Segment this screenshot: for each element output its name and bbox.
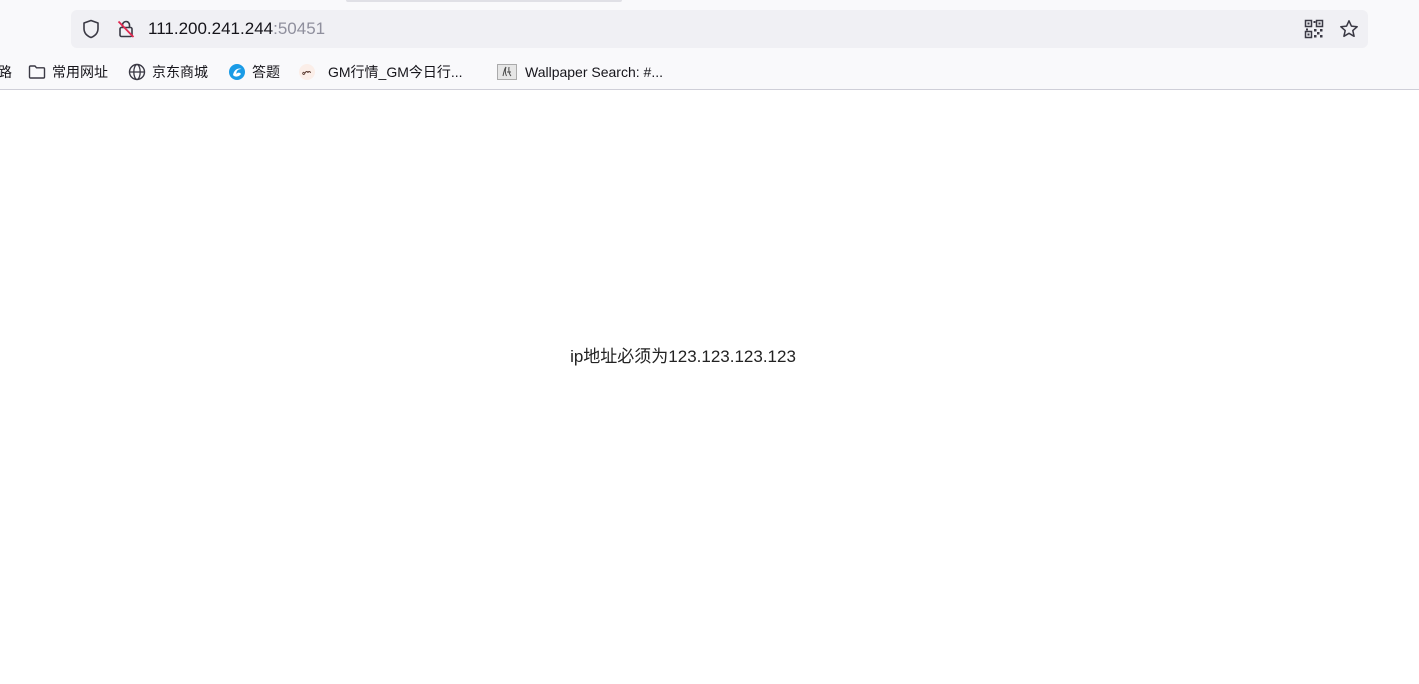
- insecure-lock-icon[interactable]: [115, 18, 137, 40]
- site-favicon: [228, 63, 246, 81]
- bookmarks-toolbar: 路 常用网址 京东商城 答题 GM行情_GM今日行... Wallpaper S…: [0, 60, 1419, 84]
- bookmark-label: 常用网址: [52, 64, 108, 80]
- bookmark-label: 路: [0, 64, 12, 80]
- shield-icon[interactable]: [80, 18, 102, 40]
- bookmark-item-truncated[interactable]: 路: [0, 60, 12, 84]
- bookmark-label: 答题: [252, 64, 280, 80]
- browser-toolbar: 111.200.241.244:50451 路 常用网址 京东商城 答题 GM行…: [0, 0, 1419, 90]
- page-content: ip地址必须为123.123.123.123: [0, 91, 1419, 684]
- bookmark-item-gm[interactable]: GM行情_GM今日行...: [298, 60, 463, 84]
- wallpaper-favicon: [497, 63, 517, 81]
- bookmark-item-jd[interactable]: 京东商城: [128, 60, 208, 84]
- qr-code-icon[interactable]: [1303, 18, 1325, 40]
- folder-icon: [28, 63, 46, 81]
- bookmark-folder-common-sites[interactable]: 常用网址: [28, 60, 108, 84]
- gm-favicon: [298, 63, 316, 81]
- page-message: ip地址必须为123.123.123.123: [570, 347, 796, 366]
- tab-strip-edge: [346, 0, 622, 2]
- url-host: 111.200.241.244: [148, 19, 274, 38]
- bookmark-label: GM行情_GM今日行...: [328, 64, 463, 80]
- bookmark-item-wallpaper-search[interactable]: Wallpaper Search: #...: [497, 60, 663, 84]
- globe-icon: [128, 63, 146, 81]
- star-icon[interactable]: [1338, 18, 1360, 40]
- url-text[interactable]: 111.200.241.244:50451: [148, 19, 325, 39]
- address-bar[interactable]: 111.200.241.244:50451: [71, 10, 1368, 48]
- bookmark-label: 京东商城: [152, 64, 208, 80]
- bookmark-item-answer[interactable]: 答题: [228, 60, 280, 84]
- bookmark-label: Wallpaper Search: #...: [525, 64, 663, 80]
- url-port: :50451: [273, 19, 326, 38]
